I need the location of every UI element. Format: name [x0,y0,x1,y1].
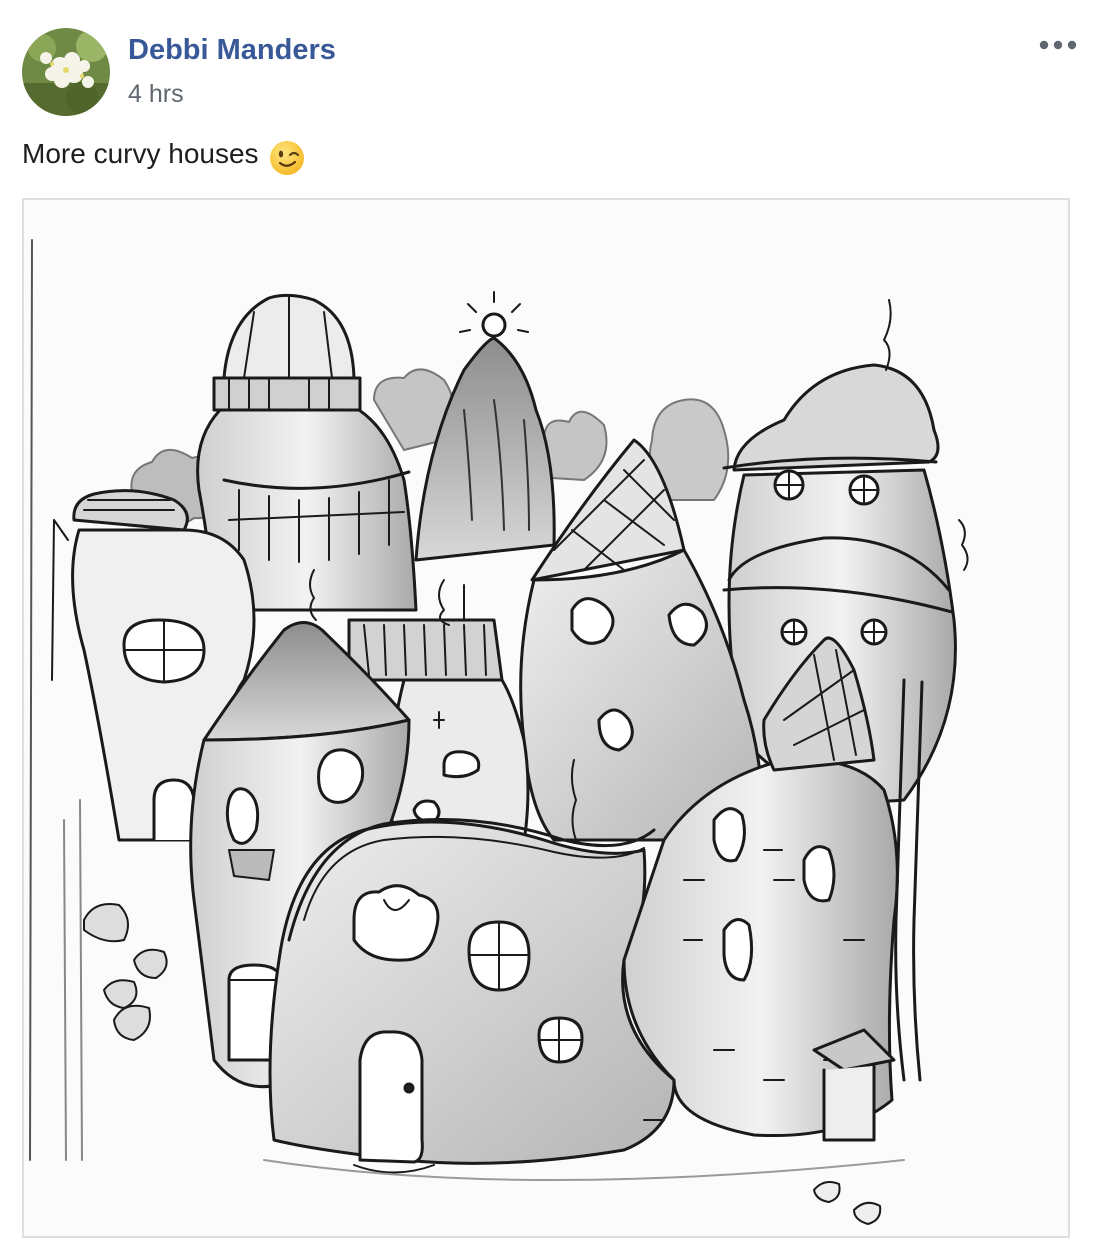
post-photo[interactable] [22,198,1070,1238]
post-message-text: More curvy houses [22,138,259,169]
post-timestamp[interactable]: 4 hrs [128,80,184,109]
winking-face-emoji [269,140,305,176]
curvy-houses-drawing [29,239,969,1225]
avatar-image [22,28,110,116]
author-avatar[interactable] [22,28,110,116]
more-options-icon [1039,40,1077,50]
post-message: More curvy houses [22,136,305,175]
more-options-button[interactable] [1032,28,1084,62]
author-name-link[interactable]: Debbi Manders [128,34,336,67]
feed-post: Debbi Manders 4 hrs More curvy houses [0,0,1094,1238]
